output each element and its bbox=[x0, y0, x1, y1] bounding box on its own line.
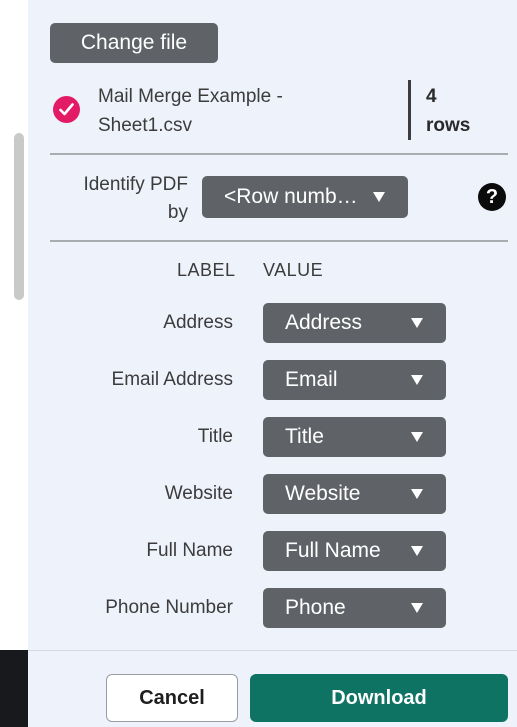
identify-pdf-select-value: <Row numb… bbox=[224, 185, 358, 208]
mapping-select-value: Full Name bbox=[285, 539, 381, 562]
scrollbar-thumb[interactable] bbox=[14, 133, 24, 300]
mapping-label: Full Name bbox=[146, 540, 233, 561]
mapping-label: Phone Number bbox=[105, 597, 233, 618]
caret-down-icon bbox=[411, 489, 423, 499]
mapping-label: Address bbox=[163, 312, 233, 333]
mapping-label: Website bbox=[164, 483, 233, 504]
file-name-line1: Mail Merge Example - bbox=[98, 86, 283, 107]
mapping-row-address: Address Address bbox=[28, 303, 517, 343]
cancel-button[interactable]: Cancel bbox=[106, 674, 238, 722]
file-name: Mail Merge Example - Sheet1.csv bbox=[98, 82, 338, 140]
caret-down-icon bbox=[411, 432, 423, 442]
mapping-select-value: Title bbox=[285, 425, 324, 448]
mapping-select-address[interactable]: Address bbox=[263, 303, 446, 343]
mapping-select-full-name[interactable]: Full Name bbox=[263, 531, 446, 571]
mapping-select-value: Phone bbox=[285, 596, 346, 619]
mapping-select-website[interactable]: Website bbox=[263, 474, 446, 514]
caret-down-icon bbox=[373, 192, 385, 202]
identify-pdf-label: Identify PDF by bbox=[68, 171, 188, 227]
mapping-select-email[interactable]: Email bbox=[263, 360, 446, 400]
download-button[interactable]: Download bbox=[250, 674, 508, 722]
left-strip bbox=[0, 0, 28, 650]
file-name-line2: Sheet1.csv bbox=[98, 115, 192, 136]
caret-down-icon bbox=[411, 375, 423, 385]
divider-middle bbox=[50, 240, 508, 242]
change-file-button[interactable]: Change file bbox=[50, 23, 218, 63]
mapping-select-phone[interactable]: Phone bbox=[263, 588, 446, 628]
mapping-select-value: Email bbox=[285, 368, 338, 391]
mapping-select-title[interactable]: Title bbox=[263, 417, 446, 457]
identify-pdf-select[interactable]: <Row numb… bbox=[202, 176, 408, 218]
mail-merge-panel: Change file Mail Merge Example - Sheet1.… bbox=[28, 0, 517, 727]
help-circle-icon[interactable]: ? bbox=[478, 183, 506, 211]
identify-label-line2: by bbox=[167, 202, 188, 223]
rows-count-label: rows bbox=[426, 115, 471, 136]
mapping-row-email-address: Email Address Email bbox=[28, 360, 517, 400]
check-circle-icon bbox=[53, 96, 80, 123]
mapping-row-website: Website Website bbox=[28, 474, 517, 514]
value-column-header: VALUE bbox=[263, 260, 324, 280]
rows-divider bbox=[408, 80, 411, 140]
caret-down-icon bbox=[411, 546, 423, 556]
divider-top bbox=[50, 153, 508, 155]
mapping-row-title: Title Title bbox=[28, 417, 517, 457]
rows-count-value: 4 bbox=[426, 86, 437, 107]
rows-count: 4 rows bbox=[426, 82, 470, 140]
mapping-label: Title bbox=[197, 426, 233, 447]
mapping-row-phone-number: Phone Number Phone bbox=[28, 588, 517, 628]
mapping-label: Email Address bbox=[111, 369, 233, 390]
label-column-header: LABEL bbox=[177, 260, 236, 280]
left-dark-strip bbox=[0, 650, 28, 727]
mapping-select-value: Website bbox=[285, 482, 361, 505]
identify-label-line1: Identify PDF bbox=[83, 174, 188, 195]
caret-down-icon bbox=[411, 603, 423, 613]
panel-footer: Cancel Download bbox=[28, 650, 517, 727]
caret-down-icon bbox=[411, 318, 423, 328]
mapping-select-value: Address bbox=[285, 311, 363, 334]
mapping-row-full-name: Full Name Full Name bbox=[28, 531, 517, 571]
